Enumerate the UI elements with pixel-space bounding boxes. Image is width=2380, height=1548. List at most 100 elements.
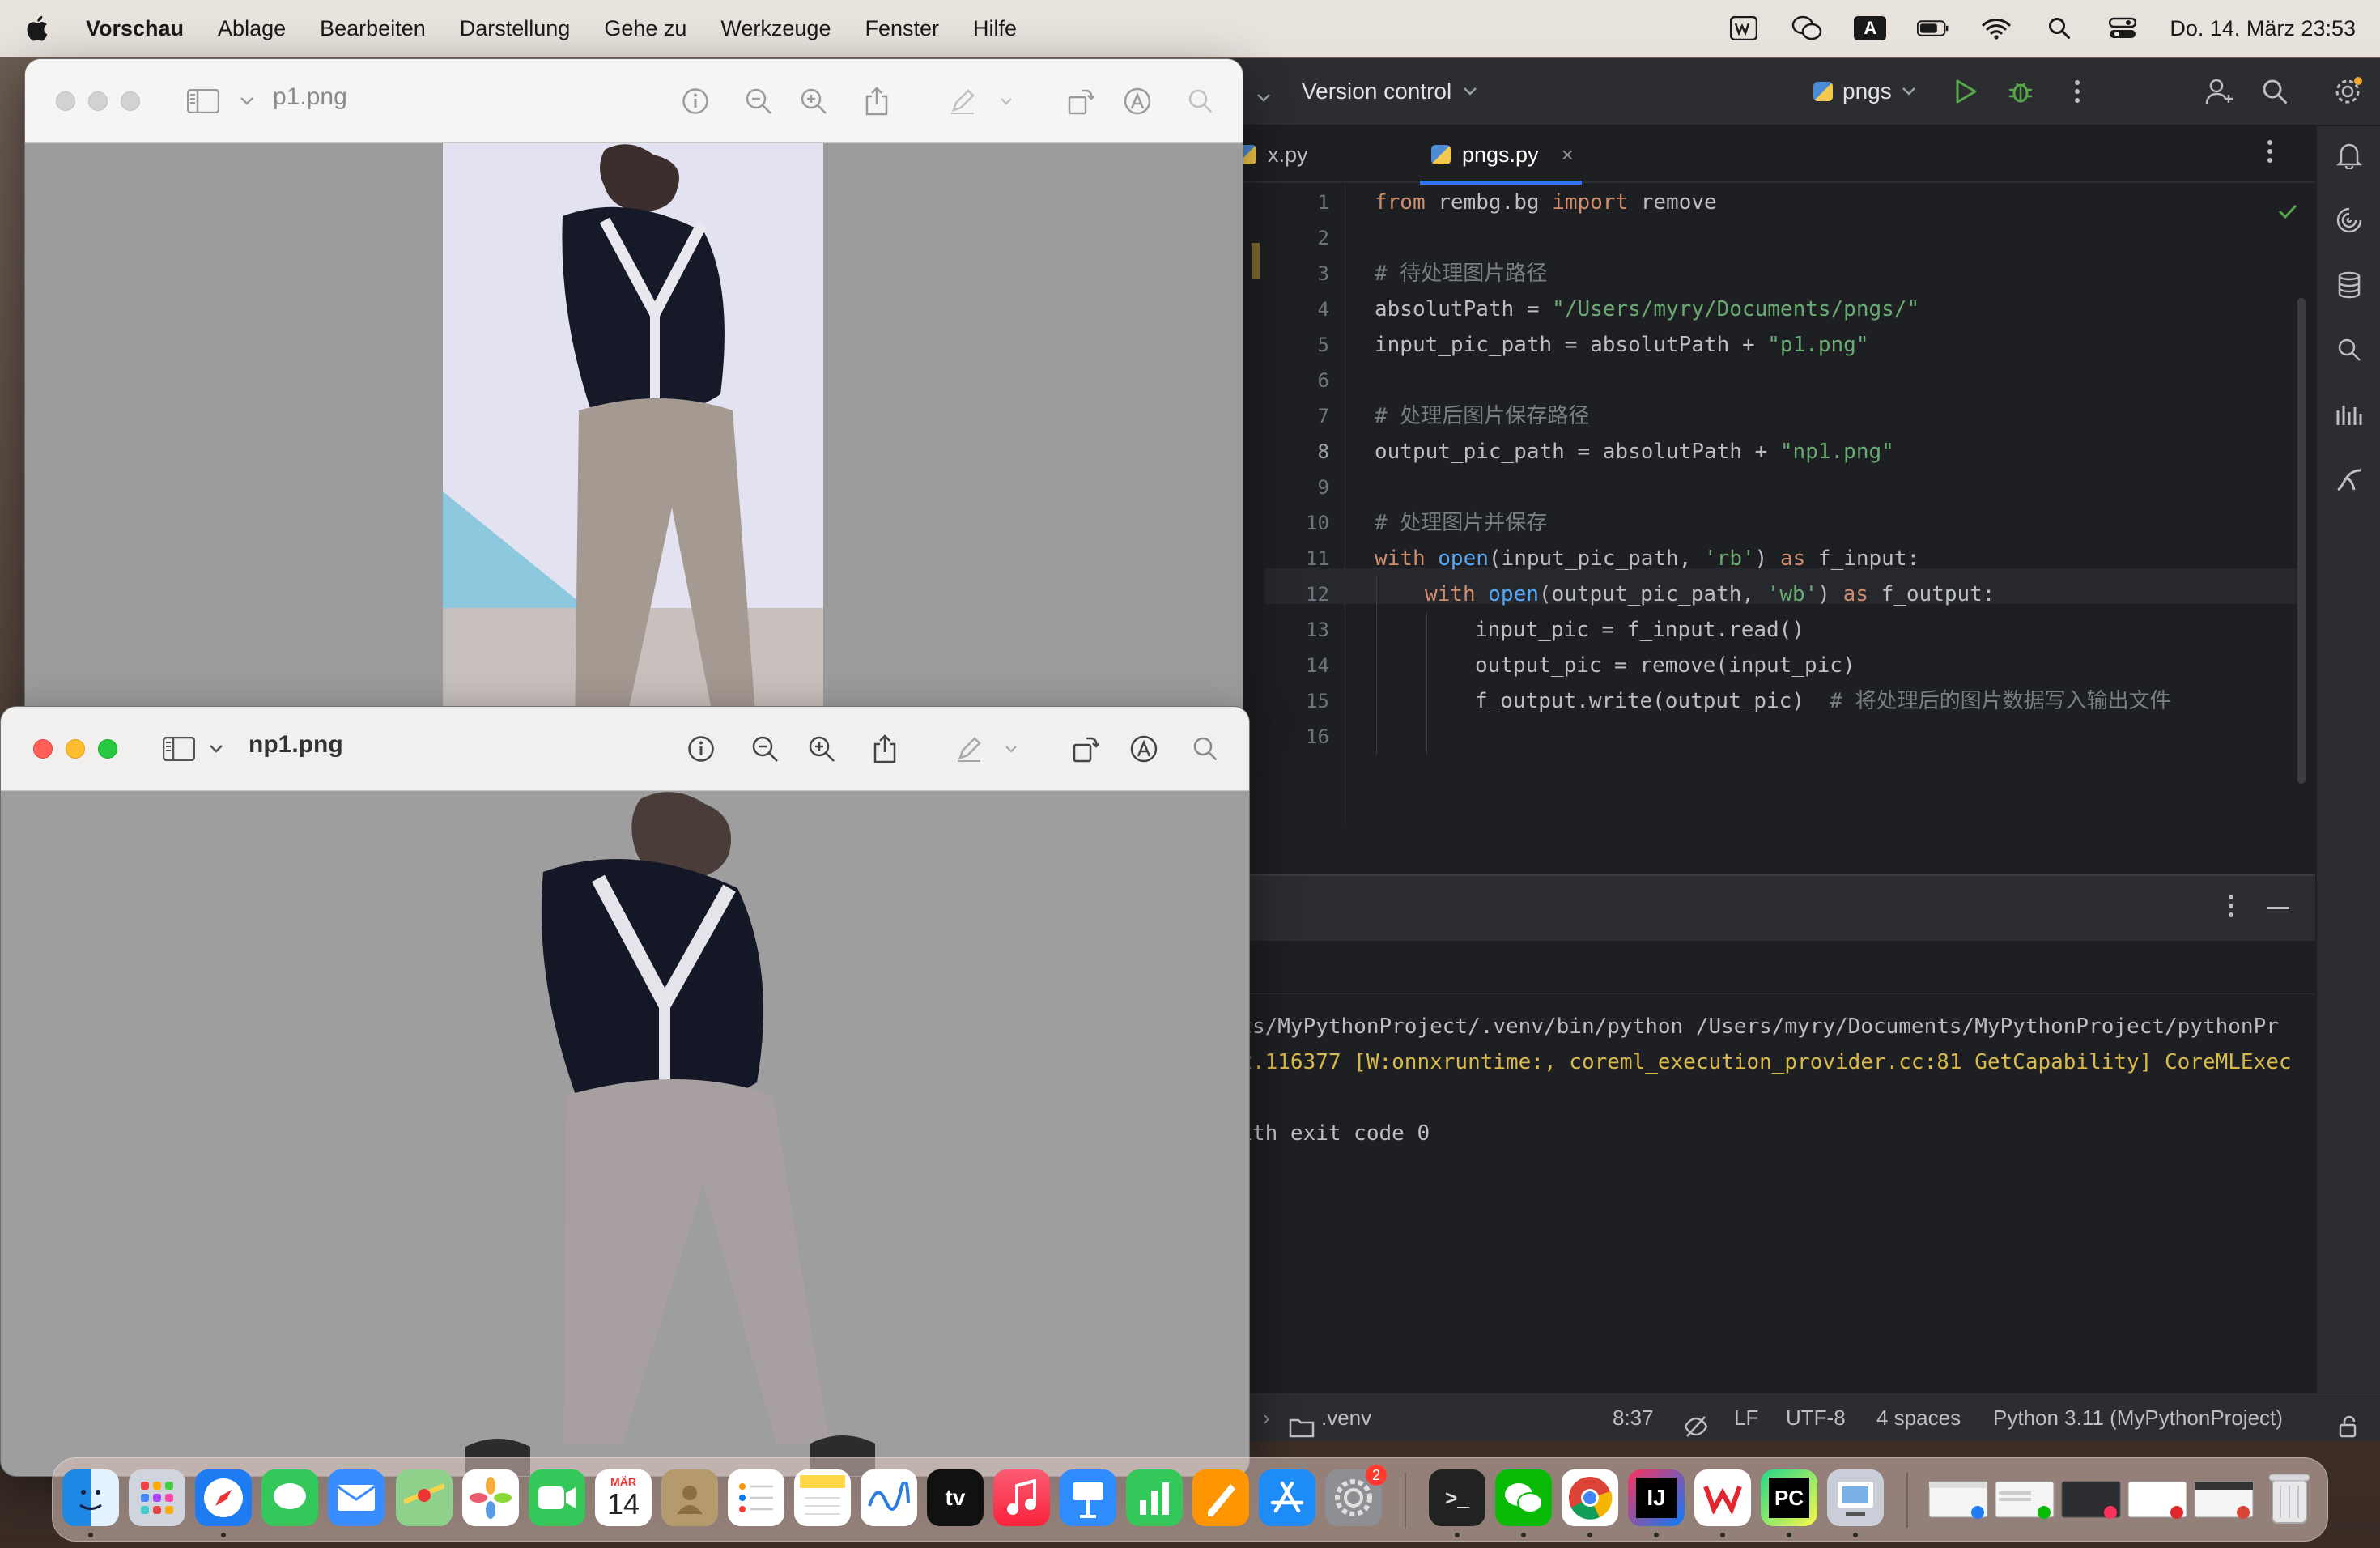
menu-fenster[interactable]: Fenster [865, 16, 939, 41]
run-options-icon[interactable] [2228, 894, 2234, 922]
menu-gehe-zu[interactable]: Gehe zu [604, 16, 686, 41]
debug-icon[interactable] [2003, 74, 2038, 109]
zoom-in-icon[interactable] [796, 83, 831, 119]
breadcrumb-folder[interactable]: .venv [1321, 1393, 1371, 1442]
pages-icon[interactable] [1192, 1469, 1249, 1526]
editor-scrollbar[interactable] [2297, 298, 2306, 784]
wps-status-icon[interactable] [1728, 15, 1760, 42]
chevron-down-icon[interactable] [988, 83, 1024, 119]
minimized-window-thumbnail[interactable] [1926, 1469, 1991, 1526]
menubar-clock[interactable]: Do. 14. März 23:53 [2170, 16, 2356, 41]
wps-office-icon[interactable] [1694, 1469, 1751, 1526]
codeium-icon[interactable] [2331, 461, 2367, 497]
more-actions-icon[interactable] [2059, 74, 2095, 109]
image-canvas[interactable] [25, 143, 1243, 721]
minimize-window-button[interactable] [88, 91, 108, 111]
zoom-window-button[interactable] [98, 739, 117, 759]
minimized-window-thumbnail[interactable] [2191, 1469, 2256, 1526]
numbers-icon[interactable] [1126, 1469, 1183, 1526]
menu-bearbeiten[interactable]: Bearbeiten [320, 16, 426, 41]
sidebar-toggle-icon[interactable] [161, 731, 197, 767]
input-source-icon[interactable]: A [1854, 15, 1887, 42]
launchpad-icon[interactable] [129, 1469, 185, 1526]
messages-icon[interactable] [261, 1469, 318, 1526]
menu-darstellung[interactable]: Darstellung [460, 16, 571, 41]
facetime-icon[interactable] [529, 1469, 585, 1526]
terminal-icon[interactable]: >_ [1429, 1469, 1485, 1526]
rotate-icon[interactable] [1068, 731, 1103, 767]
find-icon[interactable] [2331, 332, 2367, 368]
markup-icon[interactable] [1120, 83, 1155, 119]
maps-icon[interactable] [396, 1469, 453, 1526]
intellij-idea-icon[interactable]: IJ [1628, 1469, 1685, 1526]
close-window-button[interactable] [56, 91, 75, 111]
tab-x-py[interactable]: x.py [1237, 126, 1308, 183]
app-store-icon[interactable] [1259, 1469, 1315, 1526]
markup-pen-icon[interactable] [951, 731, 987, 767]
chevron-down-icon[interactable] [1256, 83, 1271, 108]
close-window-button[interactable] [33, 739, 53, 759]
minimized-window-thumbnail[interactable] [2059, 1469, 2123, 1526]
chevron-down-icon[interactable] [229, 83, 265, 119]
spotlight-icon[interactable] [2043, 15, 2076, 42]
trash-icon[interactable] [2261, 1469, 2318, 1526]
indent-setting[interactable]: 4 spaces [1876, 1393, 1961, 1442]
run-config-selector[interactable]: pngs [1813, 79, 1916, 104]
preview-app-icon[interactable] [1827, 1469, 1884, 1526]
search-icon[interactable] [1183, 83, 1218, 119]
rotate-icon[interactable] [1063, 83, 1099, 119]
notifications-bell-icon[interactable] [2331, 138, 2367, 173]
minimized-window-thumbnail[interactable] [2125, 1469, 2190, 1526]
run-icon[interactable] [1948, 74, 1983, 109]
share-icon[interactable] [859, 83, 895, 119]
system-settings-icon[interactable]: 2 [1325, 1465, 1387, 1526]
settings-gear-icon[interactable] [2330, 74, 2365, 109]
menu-app-name[interactable]: Vorschau [86, 16, 184, 41]
wechat-icon[interactable] [1495, 1469, 1552, 1526]
battery-icon[interactable] [1917, 15, 1949, 42]
notes-icon[interactable] [794, 1469, 851, 1526]
safari-icon[interactable] [195, 1469, 252, 1526]
highlighting-level-icon[interactable] [1684, 1406, 1708, 1437]
zoom-out-icon[interactable] [741, 83, 776, 119]
file-encoding[interactable]: UTF-8 [1786, 1393, 1846, 1442]
minimize-panel-icon[interactable] [2267, 907, 2289, 909]
apple-icon[interactable] [24, 15, 49, 42]
chrome-icon[interactable] [1562, 1469, 1618, 1526]
zoom-out-icon[interactable] [747, 731, 783, 767]
markup-icon[interactable] [1126, 731, 1162, 767]
caret-position[interactable]: 8:37 [1613, 1393, 1654, 1442]
contacts-icon[interactable] [661, 1469, 718, 1526]
code-with-me-icon[interactable] [2202, 74, 2238, 109]
sciview-icon[interactable] [2331, 397, 2367, 432]
wifi-icon[interactable] [1980, 15, 2012, 42]
zoom-window-button[interactable] [121, 91, 140, 111]
close-tab-icon[interactable]: × [1562, 142, 1574, 168]
reminders-icon[interactable] [728, 1469, 784, 1526]
tab-options-icon[interactable] [2267, 139, 2273, 169]
search-everywhere-icon[interactable] [2257, 74, 2293, 109]
music-icon[interactable] [993, 1469, 1050, 1526]
code-editor[interactable]: /D 1 2 3 4 5 6 7 8 9 10 11 12 13 14 15 1… [1214, 185, 2315, 874]
wechat-status-icon[interactable] [1791, 15, 1823, 42]
database-icon[interactable] [2331, 267, 2367, 303]
info-icon[interactable] [683, 731, 719, 767]
info-icon[interactable] [678, 83, 713, 119]
calendar-icon[interactable]: MÄR 14 [595, 1469, 652, 1526]
ai-assistant-icon[interactable] [2331, 202, 2367, 238]
photos-icon[interactable] [462, 1469, 519, 1526]
share-icon[interactable] [867, 731, 903, 767]
menu-hilfe[interactable]: Hilfe [973, 16, 1017, 41]
apple-tv-icon[interactable]: tv [927, 1469, 984, 1526]
minimized-window-thumbnail[interactable] [1992, 1469, 2057, 1526]
freeform-icon[interactable] [861, 1469, 917, 1526]
menu-werkzeuge[interactable]: Werkzeuge [720, 16, 831, 41]
python-interpreter[interactable]: Python 3.11 (MyPythonProject) [1993, 1393, 2283, 1442]
finder-icon[interactable] [62, 1469, 119, 1526]
mail-icon[interactable] [328, 1469, 385, 1526]
keynote-icon[interactable] [1060, 1469, 1116, 1526]
image-canvas[interactable] [1, 791, 1249, 1476]
chevron-down-icon[interactable] [993, 731, 1029, 767]
lock-icon[interactable] [2338, 1406, 2361, 1438]
pycharm-icon[interactable]: PC [1761, 1469, 1817, 1526]
